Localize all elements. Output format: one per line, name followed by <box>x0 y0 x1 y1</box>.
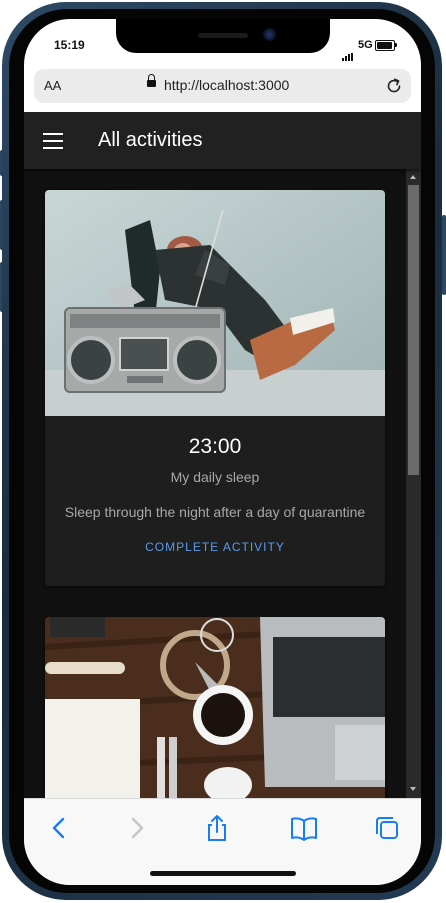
battery-icon <box>375 40 395 51</box>
activity-image <box>45 190 385 416</box>
app-bar: All activities <box>24 112 421 169</box>
activity-name: My daily sleep <box>170 469 260 485</box>
network-type: 5G <box>358 39 373 51</box>
signal-icon <box>342 43 354 61</box>
front-camera <box>263 28 276 41</box>
power-button <box>442 215 446 295</box>
text-size-button[interactable]: AA <box>44 78 61 93</box>
activity-list[interactable]: 23:00 My daily sleep Sleep through the n… <box>24 169 406 798</box>
address-bar[interactable]: AA http://localhost:3000 <box>34 69 411 103</box>
page-title: All activities <box>98 129 203 151</box>
back-icon[interactable] <box>44 813 74 843</box>
home-indicator <box>150 871 296 876</box>
activity-card <box>45 617 385 798</box>
scroll-down-arrow-icon[interactable] <box>410 787 416 791</box>
bookmarks-icon[interactable] <box>289 813 319 843</box>
battery-tip <box>395 43 397 47</box>
share-icon[interactable] <box>202 813 232 843</box>
tabs-icon[interactable] <box>372 813 402 843</box>
browser-toolbar <box>24 798 421 885</box>
activity-description: Sleep through the night after a day of q… <box>64 504 366 520</box>
lock-icon <box>147 74 156 87</box>
speaker-grille <box>198 33 248 38</box>
scrollbar-thumb[interactable] <box>408 185 419 475</box>
menu-icon[interactable] <box>43 133 63 149</box>
status-bar: 15:19 5G <box>24 19 421 65</box>
activity-card: 23:00 My daily sleep Sleep through the n… <box>45 190 385 586</box>
activity-time: 23:00 <box>188 435 242 458</box>
forward-icon[interactable] <box>122 813 152 843</box>
scrollbar[interactable] <box>406 169 421 798</box>
activity-image <box>45 617 385 798</box>
status-time: 15:19 <box>54 38 85 52</box>
phone-screen: 15:19 5G AA http://localhost:3000 All ac… <box>24 19 421 885</box>
url-text[interactable]: http://localhost:3000 <box>164 77 289 93</box>
reload-icon[interactable] <box>384 76 404 96</box>
scroll-up-arrow-icon[interactable] <box>410 175 416 179</box>
app-viewport: All activities 23:00 My daily sleep Slee… <box>24 112 421 798</box>
complete-activity-button[interactable]: COMPLETE ACTIVITY <box>140 540 290 558</box>
